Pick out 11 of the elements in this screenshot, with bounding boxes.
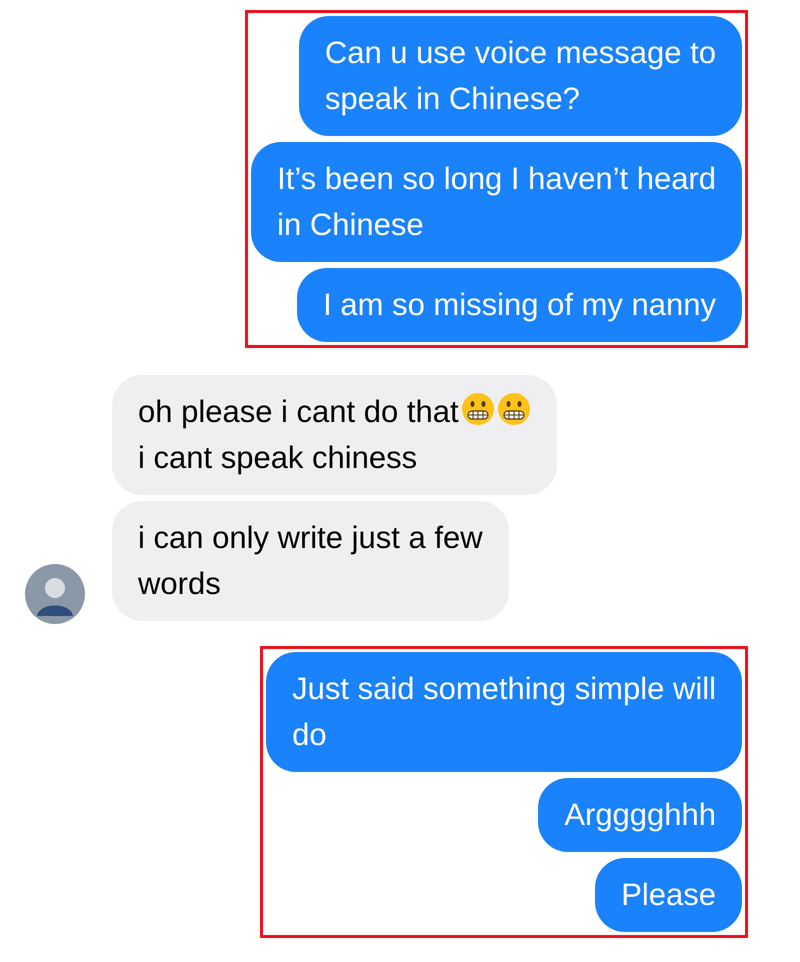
grimace-emoji-icon: [460, 392, 495, 426]
message-bubble: oh please i cant do that i cant speak chiness: [112, 375, 557, 495]
message-bubble: Please: [595, 858, 742, 932]
message-bubble: It’s been so long I haven’t heard in Chinese: [251, 142, 742, 262]
message-bubble: I am so missing of my nanny: [297, 268, 742, 342]
message-bubble: i can only write just a few words: [112, 501, 509, 621]
message-bubble: Can u use voice message to speak in Chinese?: [298, 16, 742, 136]
grimace-emoji-icon: [496, 392, 531, 426]
message-bubble: Argggghhh: [538, 778, 742, 852]
message-bubble: Just said something simple will do: [266, 652, 742, 772]
avatar: [25, 564, 85, 624]
